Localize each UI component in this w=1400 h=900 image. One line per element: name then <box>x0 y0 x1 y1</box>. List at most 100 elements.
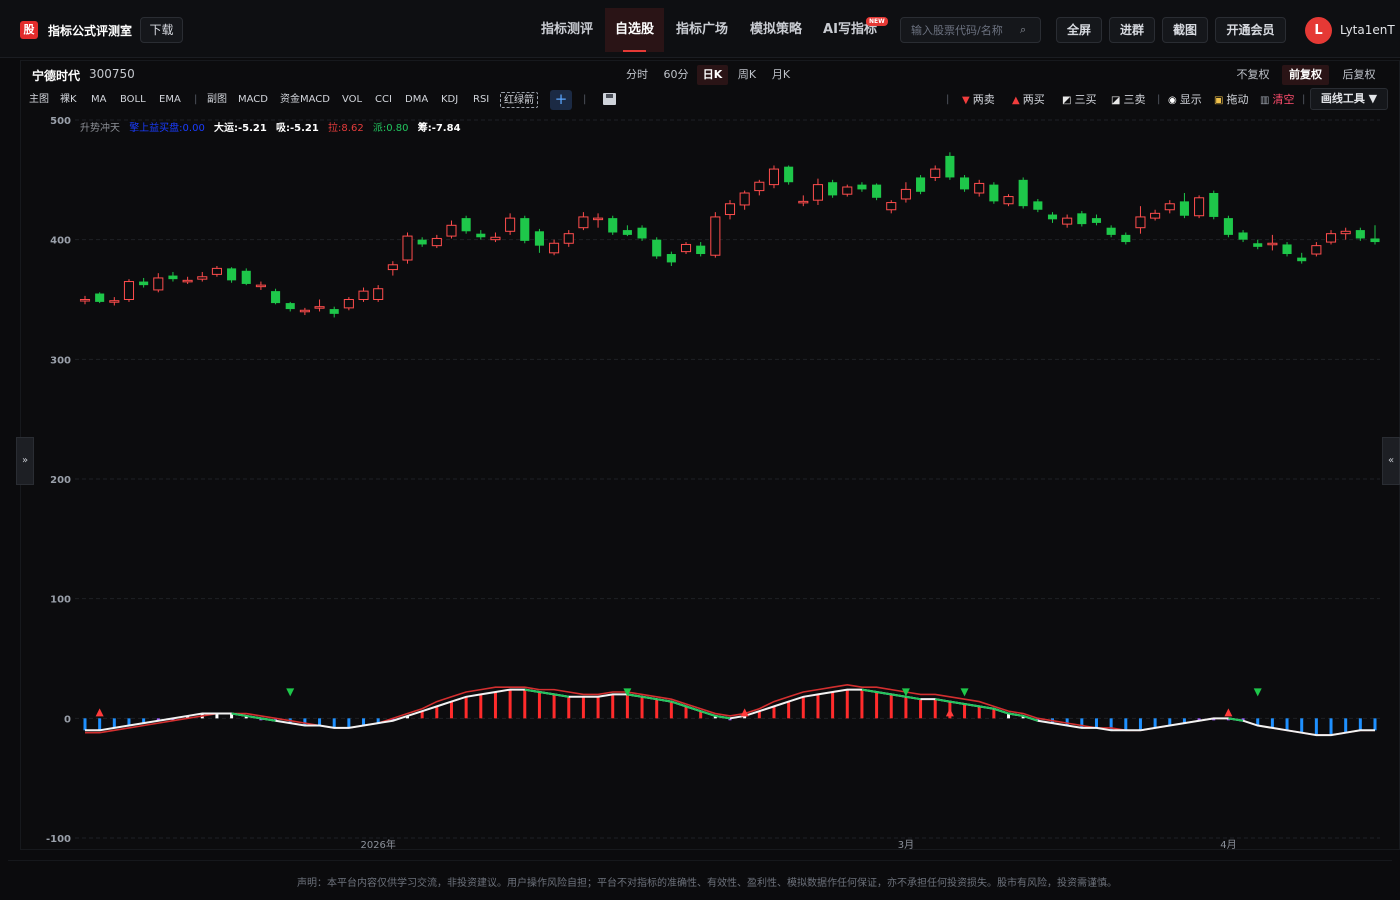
disclaimer-text: 声明：本平台内容仅供学习交流，非投资建议。用户操作风险自担；平台不对指标的准确性… <box>297 878 1117 889</box>
candle-body <box>534 231 544 246</box>
indicator-green-segment <box>876 691 892 696</box>
membership-button[interactable]: 开通会员 <box>1215 17 1286 43</box>
tool-two-buy[interactable]: ▲ 两买 <box>1012 92 1045 108</box>
indicator-bar <box>1329 718 1333 736</box>
candle-body <box>549 242 560 254</box>
indicator-green-segment <box>964 702 980 708</box>
period-daily[interactable]: 日K <box>697 65 728 85</box>
tool-three-sell[interactable]: ◪ 三卖 <box>1111 92 1145 108</box>
candle-body <box>505 217 516 232</box>
y-tick-label: 0 <box>64 714 71 725</box>
adjust-backward[interactable]: 后复权 <box>1337 65 1381 85</box>
period-weekly[interactable]: 周K <box>733 65 761 85</box>
candle-body <box>1062 217 1073 225</box>
username[interactable]: Lyta1enT <box>1340 23 1395 37</box>
indicator-bar <box>875 692 879 719</box>
indicator-bar <box>523 689 527 719</box>
search-icon[interactable]: ⌕ <box>1020 23 1026 37</box>
sell-marker <box>1253 688 1262 697</box>
download-button[interactable]: 下载 <box>140 17 183 43</box>
toolbar-divider: | <box>1302 94 1306 105</box>
tool-boll[interactable]: BOLL <box>120 92 146 108</box>
tool-ema[interactable]: EMA <box>159 92 181 108</box>
fullscreen-button[interactable]: 全屏 <box>1056 17 1102 43</box>
candle-body <box>329 309 339 314</box>
candle-body <box>431 237 442 247</box>
tool-rsi[interactable]: RSI <box>473 92 489 108</box>
candle-body <box>608 218 618 233</box>
tool-show[interactable]: ◉ 显示 <box>1168 92 1202 108</box>
add-indicator-button[interactable]: + <box>550 90 572 110</box>
candle-body <box>930 168 941 178</box>
nav-ai-write-indicator[interactable]: AI写指标 <box>816 8 884 52</box>
indicator-bar <box>1344 718 1348 733</box>
indicator-bar <box>831 692 835 719</box>
candle-body <box>812 184 823 201</box>
candle-body <box>139 281 149 286</box>
adjust-forward[interactable]: 前复权 <box>1282 65 1329 85</box>
indicator-bar <box>332 718 336 728</box>
candle-body <box>197 276 208 280</box>
nav-simulated-strategy[interactable]: 模拟策略 <box>742 8 810 52</box>
candle-body <box>1077 213 1087 225</box>
candle-body <box>1340 230 1351 235</box>
tool-naked-k[interactable]: 裸K <box>60 92 77 108</box>
nav-indicator-square[interactable]: 指标广场 <box>668 8 736 52</box>
period-monthly[interactable]: 月K <box>767 65 795 85</box>
tool-cci[interactable]: CCI <box>375 92 392 108</box>
candle-body <box>798 200 809 204</box>
candle-body <box>373 288 384 300</box>
expand-right-handle[interactable]: « <box>1382 437 1400 485</box>
nav-indicator-review[interactable]: 指标测评 <box>532 8 602 52</box>
indicator-bar <box>464 696 468 719</box>
join-group-button[interactable]: 进群 <box>1109 17 1155 43</box>
indicator-bar <box>537 692 541 719</box>
candle-body <box>680 243 692 253</box>
tool-macd[interactable]: MACD <box>238 92 268 108</box>
draw-tool-dropdown[interactable]: 画线工具 ▼ <box>1310 88 1388 110</box>
tool-red-green-arrow[interactable]: 红绿箭 <box>500 92 538 108</box>
period-60min[interactable]: 60分 <box>660 65 692 85</box>
candle-body <box>1003 196 1014 205</box>
adjust-none[interactable]: 不复权 <box>1232 65 1274 85</box>
candle-body <box>1164 203 1175 211</box>
legend-label: 升势冲天 <box>80 123 120 134</box>
indicator-red-line <box>85 684 1375 736</box>
save-icon[interactable] <box>603 93 616 105</box>
tool-two-sell[interactable]: ▼ 两卖 <box>962 92 995 108</box>
candle-body <box>842 186 853 195</box>
tool-kdj[interactable]: KDJ <box>441 92 458 108</box>
tool-fund-macd[interactable]: 资金MACD <box>280 92 330 108</box>
candle-body <box>1355 230 1365 239</box>
sell-marker <box>960 688 969 697</box>
tool-ma[interactable]: MA <box>91 92 106 108</box>
tool-dma[interactable]: DMA <box>405 92 428 108</box>
tool-three-buy[interactable]: ◩ 三买 <box>1062 92 1096 108</box>
period-intraday[interactable]: 分时 <box>622 65 652 85</box>
indicator-green-segment <box>979 705 995 710</box>
candle-body <box>109 300 120 303</box>
screenshot-button[interactable]: 截图 <box>1162 17 1208 43</box>
kline-chart[interactable]: 500 400 300 200 100 0 -100 2026年 3月 4月 <box>20 110 1382 850</box>
avatar[interactable]: L <box>1305 17 1332 44</box>
candle-body <box>1370 238 1380 243</box>
tool-vol[interactable]: VOL <box>342 92 362 108</box>
tool-main-chart[interactable]: 主图 <box>29 92 49 108</box>
indicator-bar <box>1138 718 1142 731</box>
indicator-bar <box>567 696 571 719</box>
indicator-bar <box>435 706 439 719</box>
three-sell-icon: ◪ <box>1111 95 1121 106</box>
triangle-down-icon: ▼ <box>962 95 970 106</box>
candle-body <box>593 217 604 221</box>
candle-body <box>241 270 251 284</box>
indicator-bar <box>552 694 556 719</box>
y-tick-label: 400 <box>50 236 71 247</box>
nav-watchlist[interactable]: 自选股 <box>605 8 664 52</box>
indicator-bar <box>318 718 322 726</box>
x-tick-label: 2026年 <box>360 838 395 850</box>
tool-drag[interactable]: ▣ 拖动 <box>1214 92 1248 108</box>
y-tick-label: 300 <box>50 355 71 366</box>
indicator-bar <box>992 708 996 719</box>
tool-sub-chart[interactable]: 副图 <box>207 92 227 108</box>
tool-clear[interactable]: ▥ 清空 <box>1260 92 1294 108</box>
